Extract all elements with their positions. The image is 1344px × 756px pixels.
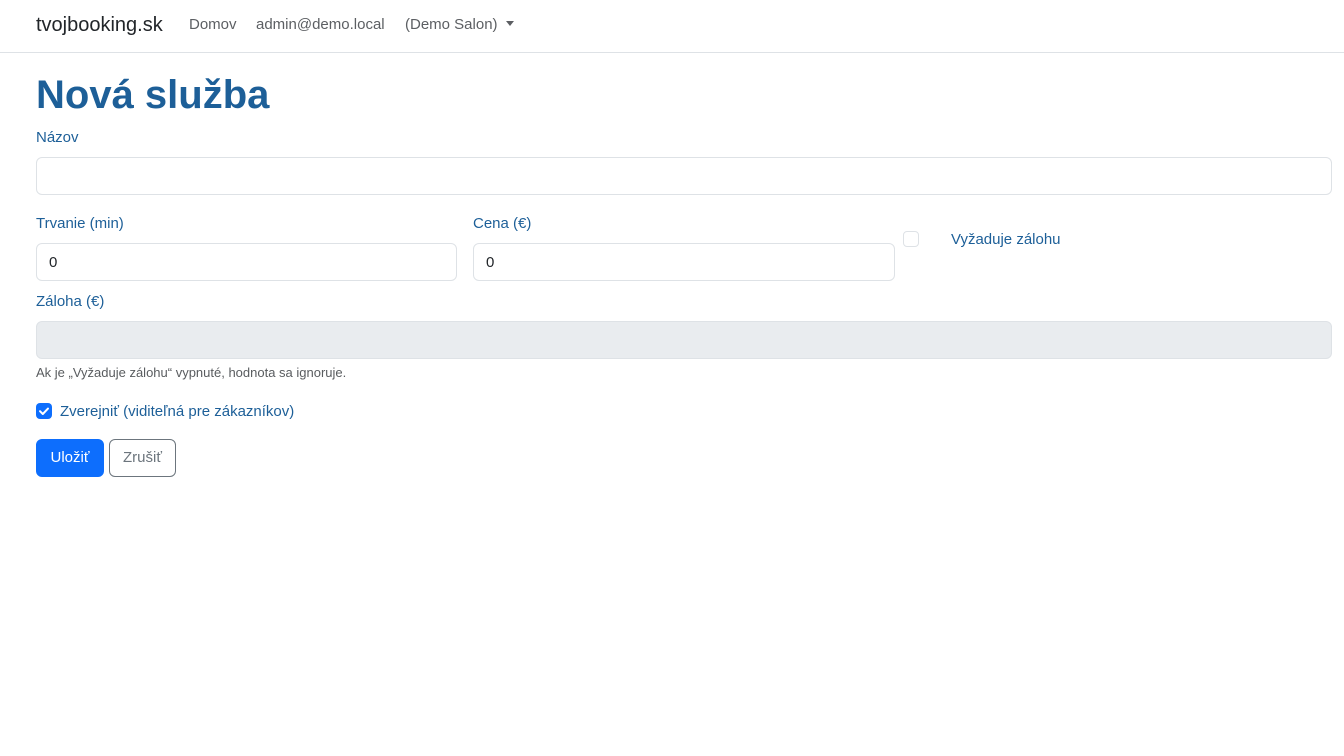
deposit-input[interactable] [36,321,1332,359]
check-icon [39,407,49,415]
nav-user-email[interactable]: admin@demo.local [256,15,385,35]
deposit-help-text: Ak je „Vyžaduje zálohu“ vypnuté, hodnota… [36,365,347,380]
price-label: Cena (€) [473,215,532,232]
publish-label[interactable]: Zverejniť (viditeľná pre zákazníkov) [60,402,294,422]
duration-input[interactable] [36,243,457,281]
nav-home-link[interactable]: Domov [189,15,237,35]
deposit-required-label[interactable]: Vyžaduje zálohu [951,230,1061,250]
deposit-required-checkbox[interactable] [903,231,919,247]
name-input[interactable] [36,157,1332,195]
salon-dropdown-label: (Demo Salon) [405,16,498,33]
page-title: Nová služba [36,73,270,117]
name-label: Názov [36,129,79,146]
deposit-label: Záloha (€) [36,293,105,310]
chevron-down-icon [505,21,514,26]
salon-dropdown-toggle[interactable]: (Demo Salon) [405,15,514,35]
duration-label: Trvanie (min) [36,215,124,232]
brand-link[interactable]: tvojbooking.sk [36,12,163,38]
cancel-button[interactable]: Zrušiť [109,439,176,477]
save-button[interactable]: Uložiť [36,439,104,477]
top-navbar: tvojbooking.sk Domov admin@demo.local (D… [0,0,1344,53]
price-input[interactable] [473,243,895,281]
publish-checkbox[interactable] [36,403,52,419]
